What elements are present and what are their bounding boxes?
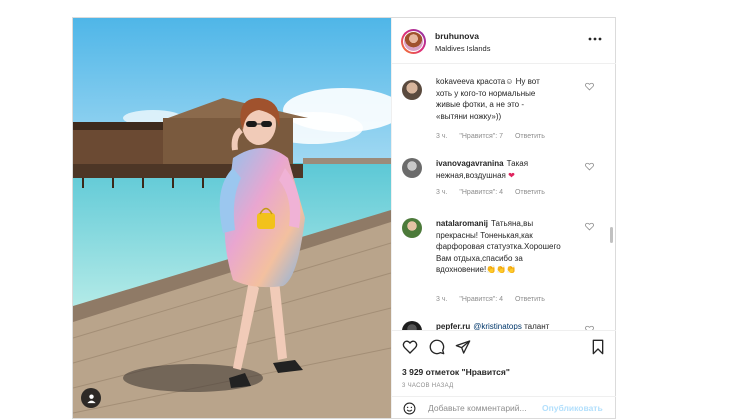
comment-text-line: живые фотки, а не это - <box>436 100 525 109</box>
comment-like-icon[interactable] <box>585 222 594 231</box>
comment-like-icon[interactable] <box>585 82 594 91</box>
comment-time[interactable]: 3 ч. <box>436 133 447 140</box>
user-tag-button[interactable] <box>81 388 101 408</box>
publish-button[interactable]: Опубликовать <box>542 403 603 413</box>
comment-avatar[interactable] <box>402 80 422 100</box>
post-time-ago[interactable]: 3 ЧАСОВ НАЗАД <box>402 383 453 389</box>
comment-text: pepfer.ru @kristinatops талант <box>436 321 586 330</box>
comment-text-line: kokaveeva красота☺ Ну вот <box>436 77 540 86</box>
avatar[interactable] <box>401 29 426 54</box>
comment-text-line: хоть у кого-то нормальные <box>436 88 536 98</box>
post-side-panel: bruhunova Maldives Islands kokaveeva кра… <box>391 18 616 418</box>
comment-text-line: «вытяни ножку»)) <box>436 111 502 121</box>
heart-icon[interactable] <box>402 339 418 355</box>
more-options-icon[interactable] <box>588 34 602 44</box>
comment-avatar[interactable] <box>402 218 422 238</box>
comment-text: kokaveeva красота☺ Ну вот хоть у кого-то… <box>436 76 568 122</box>
comment-username[interactable]: natalaromanij <box>436 219 488 228</box>
post-location[interactable]: Maldives Islands <box>435 44 490 53</box>
share-icon[interactable] <box>455 339 471 355</box>
comment-mention[interactable]: @kristinatops <box>473 322 522 330</box>
likes-count[interactable]: 3 929 отметок "Нравится" <box>402 367 510 377</box>
page-margin-right <box>616 0 730 419</box>
heart-emoji: ❤ <box>508 170 515 180</box>
comment-likes[interactable]: "Нравится": 7 <box>459 133 503 140</box>
comment-icon[interactable] <box>429 339 445 355</box>
comment-meta: 3 ч. "Нравится": 7 Ответить <box>436 133 555 140</box>
comment-meta: 3 ч. "Нравится": 4 Ответить <box>436 189 555 196</box>
comment-input[interactable] <box>428 400 538 416</box>
scrollbar-thumb[interactable] <box>610 227 613 243</box>
post-card: bruhunova Maldives Islands kokaveeva кра… <box>72 17 616 419</box>
emoji-icon[interactable] <box>403 402 416 415</box>
bookmark-icon[interactable] <box>590 339 606 355</box>
comment-reply-button[interactable]: Ответить <box>515 296 545 303</box>
comment-username[interactable]: ivanovagavranina <box>436 159 504 168</box>
comment-text: ivanovagavranina Такая нежная,воздушная ❤ <box>436 158 568 181</box>
comment-time[interactable]: 3 ч. <box>436 296 447 303</box>
post-username[interactable]: bruhunova <box>435 31 479 41</box>
comments-list[interactable]: kokaveeva красота☺ Ну вот хоть у кого-то… <box>392 64 612 330</box>
photo-illustration <box>73 18 391 418</box>
comment-body: талант <box>524 322 550 330</box>
page-margin-left <box>0 0 72 419</box>
comment-likes[interactable]: "Нравится": 4 <box>459 296 503 303</box>
comment-reply-button[interactable]: Ответить <box>515 189 545 196</box>
post-header: bruhunova Maldives Islands <box>392 18 616 64</box>
user-tag-icon <box>86 393 96 403</box>
comment-avatar[interactable] <box>402 158 422 178</box>
avatar-image <box>404 32 423 51</box>
comment-username[interactable]: pepfer.ru <box>436 322 470 330</box>
post-photo[interactable] <box>73 18 391 418</box>
comment-meta: 3 ч. "Нравится": 4 Ответить <box>436 296 555 303</box>
add-comment-row: Опубликовать <box>392 396 616 420</box>
comment-likes[interactable]: "Нравится": 4 <box>459 189 503 196</box>
post-actions: 3 929 отметок "Нравится" 3 ЧАСОВ НАЗАД О… <box>392 330 616 419</box>
comment-reply-button[interactable]: Ответить <box>515 133 545 140</box>
comment-time[interactable]: 3 ч. <box>436 189 447 196</box>
comment-like-icon[interactable] <box>585 162 594 171</box>
comment-avatar[interactable] <box>402 321 422 330</box>
comment-text: natalaromanij Татьяна,вы прекрасны! Тонен… <box>436 218 568 276</box>
avatar-ring <box>403 31 424 52</box>
comments-scrollbar[interactable] <box>610 64 614 330</box>
